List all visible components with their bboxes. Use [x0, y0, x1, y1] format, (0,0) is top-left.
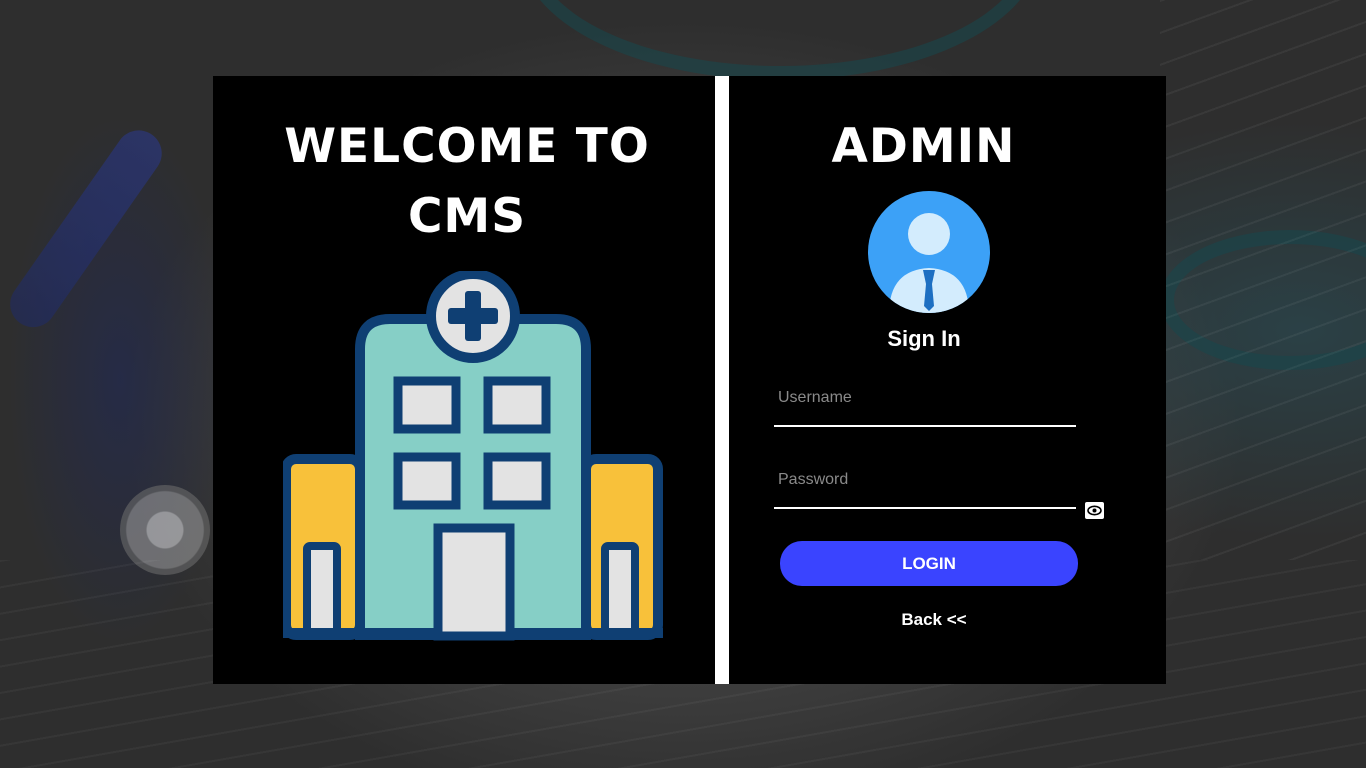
panel-divider — [715, 76, 729, 684]
welcome-panel: WELCOME TO CMS — [213, 76, 715, 684]
eye-icon[interactable] — [1085, 502, 1104, 519]
welcome-line-1: WELCOME TO — [284, 119, 650, 174]
username-field — [774, 379, 1076, 427]
hospital-icon — [283, 271, 663, 641]
password-field — [774, 461, 1076, 509]
admin-login-panel: ADMIN Sign In LOGIN Back << — [729, 76, 1166, 684]
sign-in-label: Sign In — [887, 326, 961, 351]
login-button[interactable]: LOGIN — [780, 541, 1078, 586]
admin-title: ADMIN — [831, 119, 1016, 174]
welcome-line-2: CMS — [407, 189, 527, 244]
back-link[interactable]: Back << — [869, 610, 999, 630]
user-avatar-icon — [868, 191, 990, 313]
password-input[interactable] — [774, 461, 1076, 509]
username-input[interactable] — [774, 379, 1076, 427]
